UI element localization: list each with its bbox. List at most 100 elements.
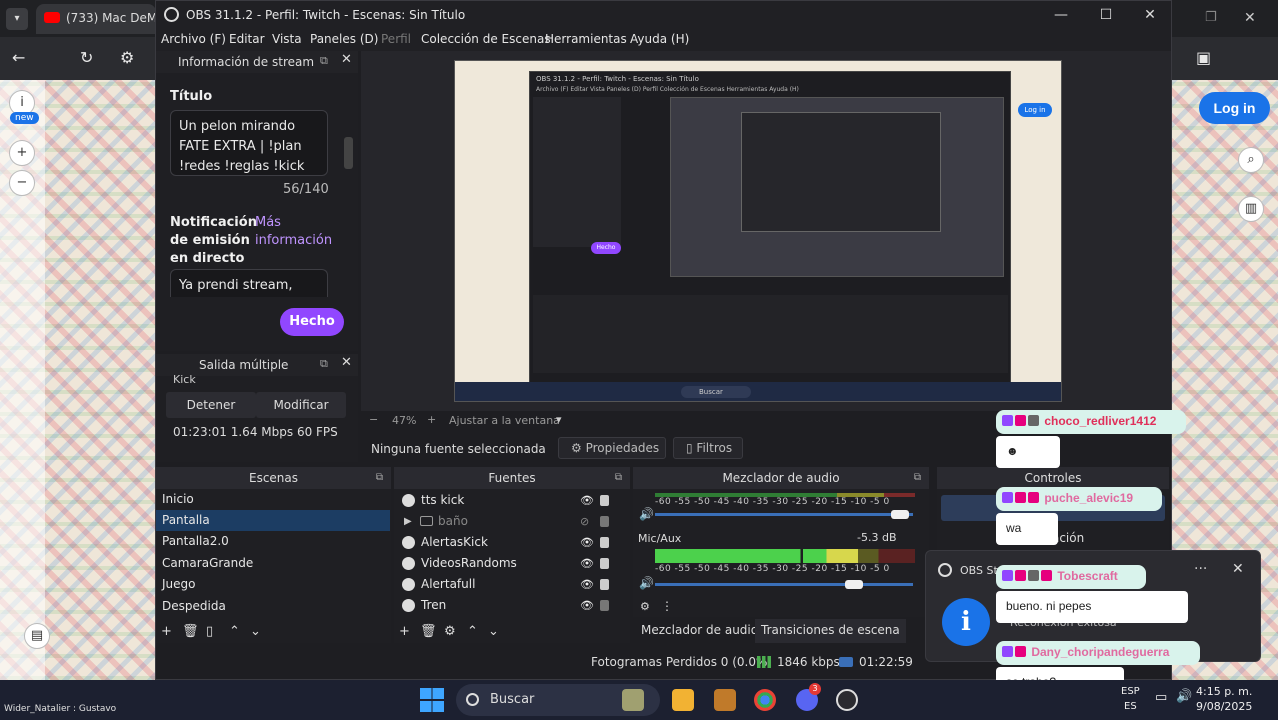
stop-button[interactable]: Detener — [166, 392, 256, 418]
title-field[interactable]: Un pelon mirando FATE EXTRA | !plan !red… — [170, 110, 328, 176]
file-explorer-icon[interactable] — [672, 689, 694, 711]
menu-paneles[interactable]: Paneles (D) — [310, 32, 378, 46]
speaker-icon[interactable]: 🔊 — [639, 576, 654, 590]
browser-tab[interactable]: (733) Mac DeMarco — [36, 4, 156, 34]
float-icon[interactable]: ⧉ — [914, 467, 921, 489]
menu-ayuda[interactable]: Ayuda (H) — [630, 32, 689, 46]
lock-icon[interactable] — [600, 537, 609, 548]
filter-icon[interactable]: ▯ — [206, 624, 213, 639]
scene-item[interactable]: Inicio — [156, 489, 390, 510]
fit-window-button[interactable]: Ajustar a la ventana — [449, 414, 560, 427]
scene-item[interactable]: Pantalla2.0 — [156, 531, 390, 552]
clock[interactable]: 4:15 p. m. 9/08/2025 — [1196, 684, 1252, 714]
tab-transitions[interactable]: Transiciones de escena — [755, 619, 906, 643]
volume-icon[interactable]: 🔊 — [1176, 689, 1192, 704]
arrow-down-icon[interactable]: ⌄ — [250, 624, 261, 639]
more-icon[interactable]: ⋮ — [661, 599, 673, 613]
arrow-down-icon[interactable]: ⌄ — [488, 624, 499, 639]
source-item[interactable]: Alertafull 👁 — [394, 574, 616, 595]
program-preview[interactable]: OBS 31.1.2 - Perfil: Twitch - Escenas: S… — [454, 60, 1062, 402]
more-icon[interactable]: ··· — [1194, 561, 1207, 577]
lock-icon[interactable] — [600, 558, 609, 569]
expand-icon[interactable]: ▶ — [404, 511, 412, 532]
close-icon[interactable]: ✕ — [1232, 561, 1244, 577]
chevron-down-icon[interactable]: ▾ — [556, 413, 562, 426]
properties-button[interactable]: ⚙ Propiedades — [558, 437, 666, 459]
menu-editar[interactable]: Editar — [229, 32, 265, 46]
volume-fader[interactable] — [655, 583, 913, 586]
menu-vista[interactable]: Vista — [272, 32, 302, 46]
trash-icon[interactable]: 🗑 — [420, 624, 437, 639]
source-item[interactable]: AlertasKick 👁 — [394, 532, 616, 553]
scene-item[interactable]: Juego — [156, 574, 390, 595]
chevron-down-icon[interactable]: ▾ — [6, 8, 28, 30]
gear-icon[interactable]: ⚙ — [640, 600, 650, 613]
maximize-icon[interactable]: ☐ — [1086, 5, 1126, 25]
source-item[interactable]: Tren 👁 — [394, 595, 616, 616]
menu-perfil[interactable]: Perfil — [381, 32, 411, 46]
eye-icon[interactable]: 👁 — [580, 532, 594, 553]
eye-icon[interactable]: 👁 — [580, 553, 594, 574]
minus-icon[interactable]: − — [9, 170, 35, 196]
menu-coleccion[interactable]: Colección de Escenas — [421, 32, 551, 46]
close-icon[interactable]: ✕ — [341, 355, 352, 370]
close-icon[interactable]: ✕ — [1244, 10, 1256, 26]
restore-icon[interactable]: ❐ — [1205, 10, 1217, 25]
notification-field[interactable]: Ya prendi stream, — [170, 269, 328, 297]
trash-icon[interactable]: 🗑 — [182, 624, 199, 639]
gear-icon[interactable]: ⚙ — [444, 624, 456, 639]
plus-icon[interactable]: + — [9, 140, 35, 166]
modify-button[interactable]: Modificar — [256, 392, 346, 418]
close-icon[interactable]: ✕ — [341, 52, 352, 67]
add-icon[interactable]: + — [399, 624, 410, 639]
windows-start-icon[interactable] — [420, 688, 444, 712]
source-group[interactable]: ▶ baño ⊘ — [394, 511, 616, 532]
source-item[interactable]: tts kick 👁 — [394, 490, 616, 511]
extension-icon[interactable]: ▣ — [1196, 48, 1211, 67]
keyboard-icon[interactable]: ▤ — [24, 623, 50, 649]
eye-icon[interactable]: 👁 — [580, 574, 594, 595]
chart-icon[interactable]: ▥ — [1238, 196, 1264, 222]
float-icon[interactable]: ⧉ — [615, 467, 622, 489]
back-icon[interactable]: ← — [12, 48, 25, 67]
network-icon[interactable]: ▭ — [1155, 690, 1167, 705]
eye-icon[interactable]: 👁 — [580, 595, 594, 616]
close-icon[interactable]: ✕ — [1130, 5, 1170, 25]
app-icon[interactable] — [714, 689, 736, 711]
scrollbar[interactable] — [344, 137, 353, 169]
fader-knob[interactable] — [844, 580, 863, 589]
filters-button[interactable]: ▯ Filtros — [673, 437, 743, 459]
minimize-icon[interactable]: — — [1041, 5, 1081, 25]
zoom-icon[interactable]: ⌕ — [1238, 147, 1264, 173]
scene-item[interactable]: Despedida — [156, 596, 390, 617]
float-icon[interactable]: ⧉ — [320, 54, 328, 68]
scene-item[interactable]: CamaraGrande — [156, 553, 390, 574]
eye-hidden-icon[interactable]: ⊘ — [580, 511, 589, 532]
zoom-in-button[interactable]: + — [427, 413, 436, 426]
menu-archivo[interactable]: Archivo (F) — [161, 32, 226, 46]
arrow-up-icon[interactable]: ⌃ — [467, 624, 478, 639]
zoom-out-button[interactable]: − — [369, 413, 378, 426]
lock-icon[interactable] — [600, 600, 609, 611]
tab-audio-mixer[interactable]: Mezclador de audio — [641, 623, 758, 637]
source-item[interactable]: VideosRandoms 👁 — [394, 553, 616, 574]
game-app-icon[interactable] — [622, 689, 644, 711]
done-button[interactable]: Hecho — [280, 308, 344, 336]
chrome-icon[interactable] — [754, 689, 776, 711]
more-info-link[interactable]: Más información — [255, 214, 332, 250]
menu-herramientas[interactable]: Herramientas — [545, 32, 627, 46]
login-button[interactable]: Log in — [1199, 92, 1270, 124]
eye-icon[interactable]: 👁 — [580, 490, 594, 511]
scene-item-selected[interactable]: Pantalla — [156, 510, 390, 531]
reload-icon[interactable]: ↻ — [80, 48, 93, 67]
arrow-up-icon[interactable]: ⌃ — [229, 624, 240, 639]
site-settings-icon[interactable]: ⚙ — [120, 48, 134, 67]
add-icon[interactable]: + — [161, 624, 172, 639]
volume-fader[interactable] — [655, 513, 913, 516]
speaker-icon[interactable]: 🔊 — [639, 507, 654, 521]
float-icon[interactable]: ⧉ — [376, 467, 383, 489]
lock-icon[interactable] — [600, 516, 609, 527]
language-indicator[interactable]: ESP ES — [1121, 684, 1140, 714]
obs-app-icon[interactable] — [836, 689, 858, 711]
lock-icon[interactable] — [600, 495, 609, 506]
